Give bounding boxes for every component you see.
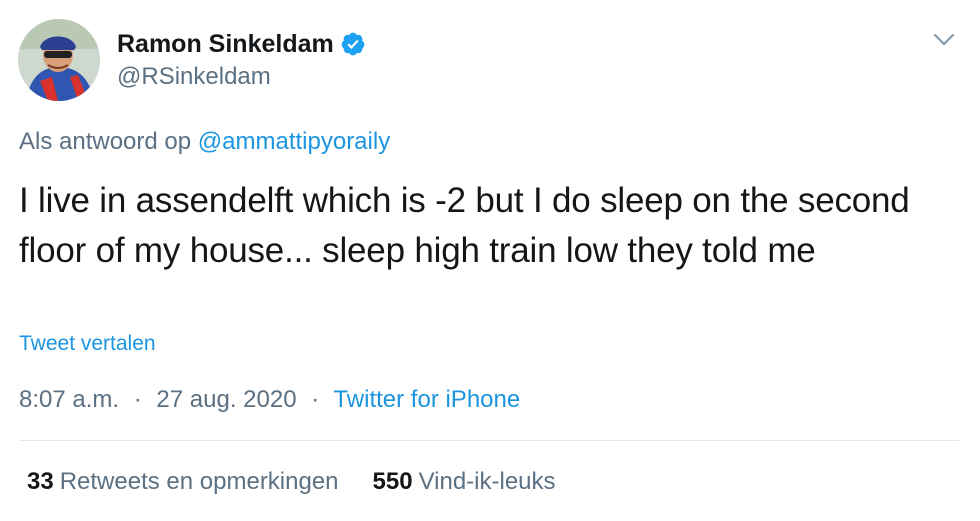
likes-count: 550 [372,468,413,495]
reply-mention-link[interactable]: @ammattipyoraily [198,128,390,155]
chevron-down-icon[interactable] [929,27,959,53]
retweets-label: Retweets en opmerkingen [59,468,339,495]
tweet-time[interactable]: 8:07 a.m. [19,386,119,413]
tweet-date[interactable]: 27 aug. 2020 [156,386,296,413]
retweets-count: 33 [27,468,54,495]
tweet-source-link[interactable]: Twitter for iPhone [333,386,520,413]
reply-context: Als antwoord op @ammattipyoraily [19,126,390,158]
avatar-image [18,19,100,101]
tweet-text: I live in assendelft which is -2 but I d… [19,181,910,270]
likes-stat[interactable]: 550 Vind-ik-leuks [373,466,556,498]
likes-label: Vind-ik-leuks [418,468,556,495]
retweets-stat[interactable]: 33 Retweets en opmerkingen [27,466,339,498]
meta-separator: · [311,386,320,413]
translate-tweet-link[interactable]: Tweet vertalen [19,330,156,358]
user-display-name[interactable]: Ramon Sinkeldam [117,28,366,60]
avatar[interactable] [18,19,100,101]
verified-badge-icon [340,31,366,57]
divider [19,440,959,441]
meta-separator: · [133,386,142,413]
user-handle[interactable]: @RSinkeldam [117,62,271,92]
display-name-text[interactable]: Ramon Sinkeldam [117,28,334,60]
tweet-metadata: 8:07 a.m. · 27 aug. 2020 · Twitter for i… [19,384,520,416]
tweet-stats: 33 Retweets en opmerkingen 550 Vind-ik-leu… [27,466,556,498]
reply-prefix: Als antwoord op [19,128,192,155]
